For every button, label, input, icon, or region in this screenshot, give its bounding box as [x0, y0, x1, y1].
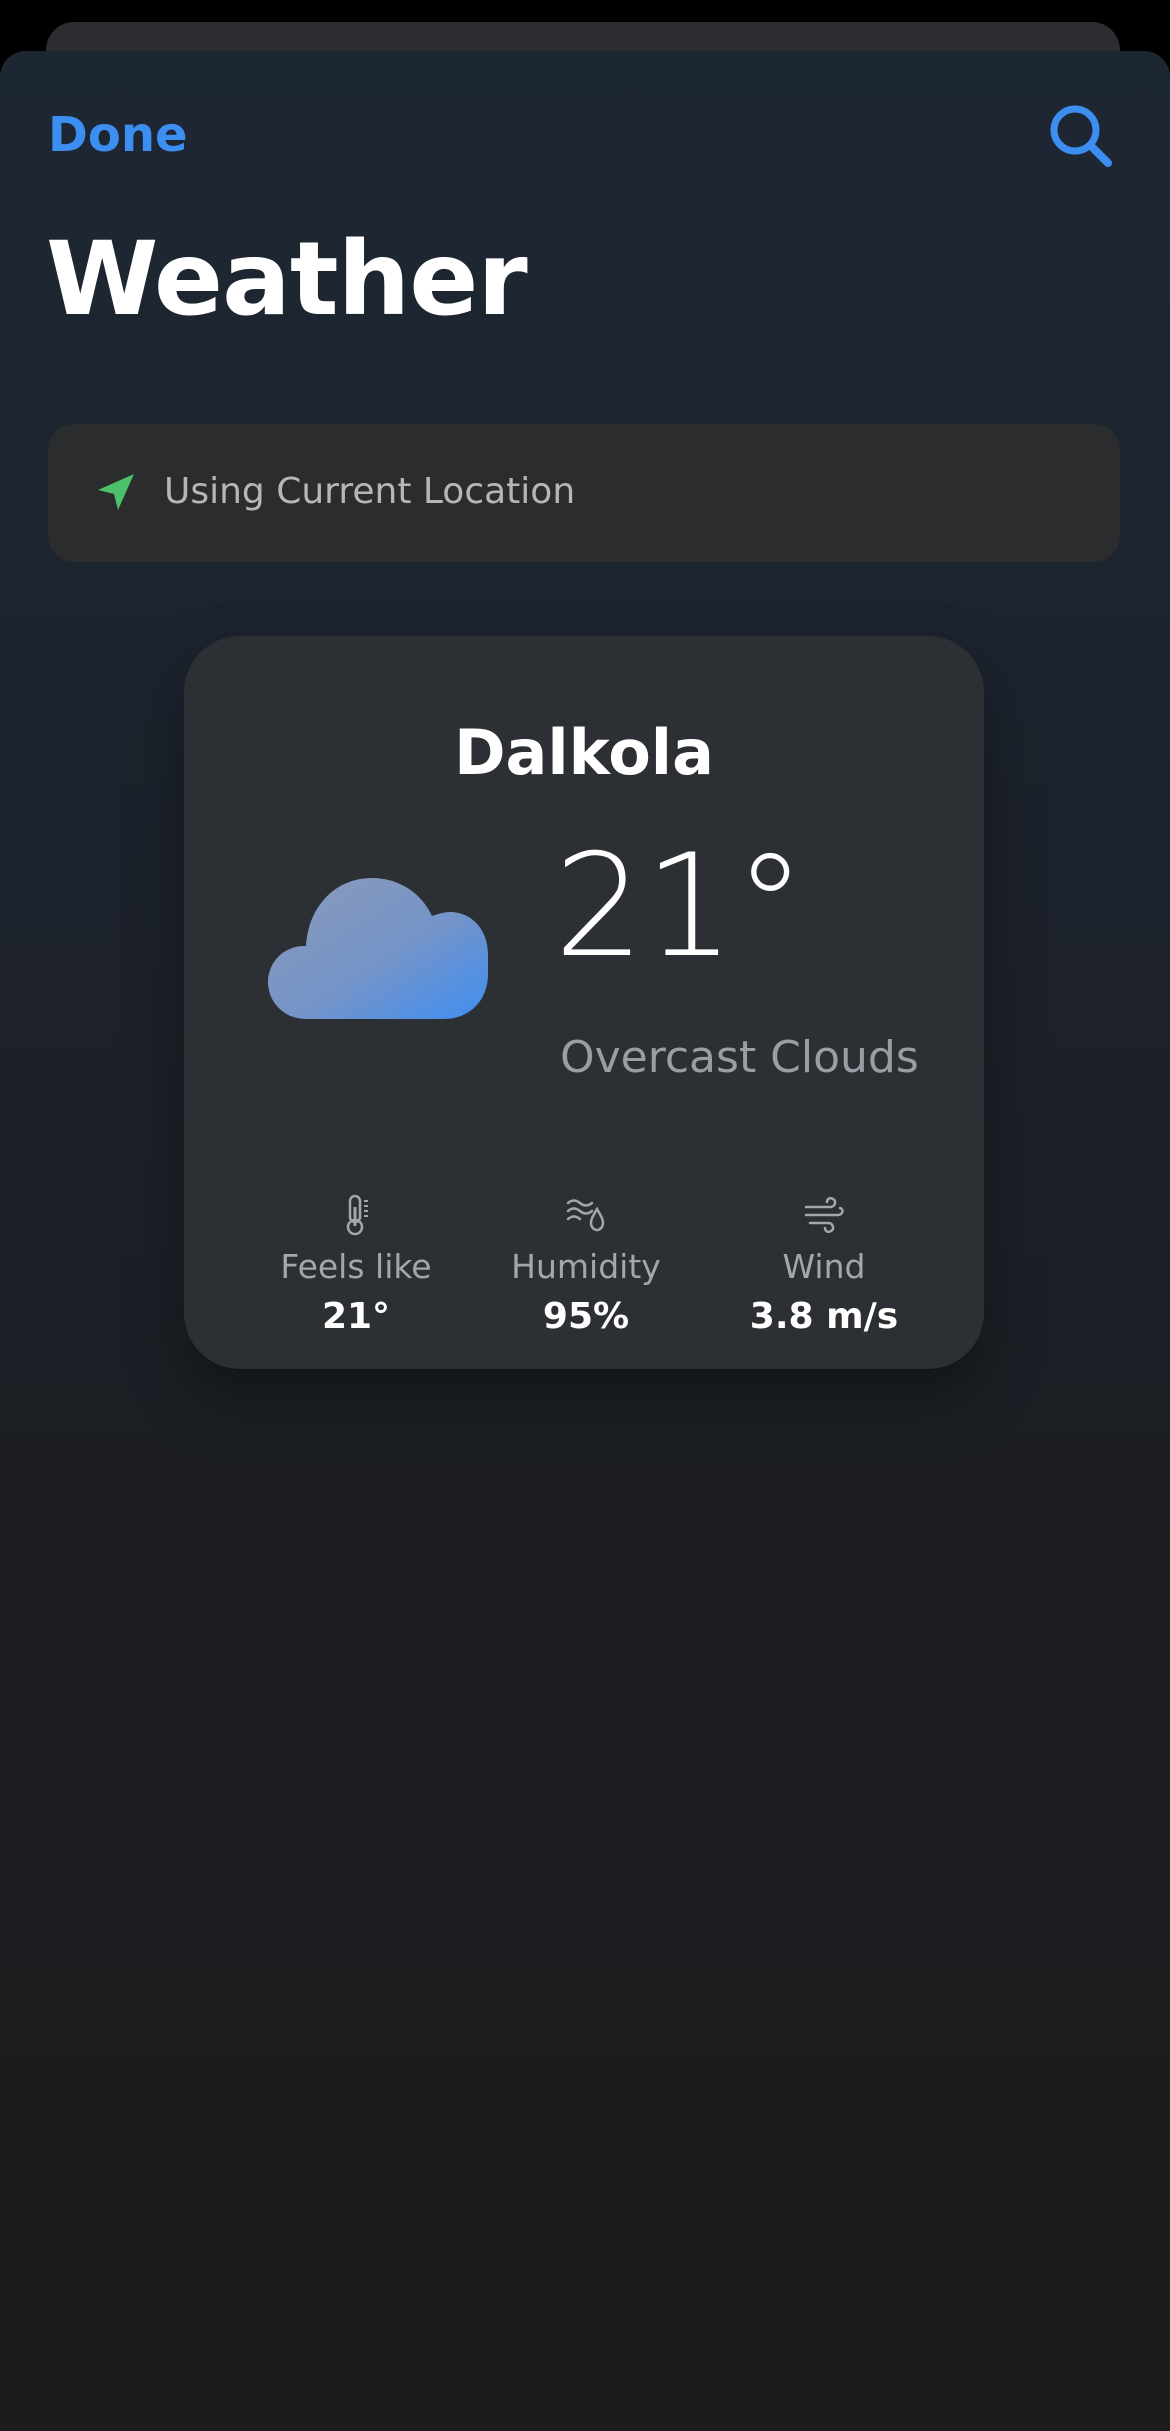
thermometer-icon — [346, 1194, 368, 1236]
weather-condition: Overcast Clouds — [560, 1032, 919, 1083]
current-location-label: Using Current Location — [164, 471, 576, 512]
humidity-value: 95% — [542, 1296, 630, 1337]
wind-stat: Wind 3.8 m/s — [714, 1193, 934, 1337]
wind-label: Wind — [782, 1247, 866, 1286]
current-temperature: 21° — [554, 824, 806, 989]
city-name: Dalkola — [454, 716, 714, 789]
humidity-icon — [566, 1199, 605, 1232]
search-button[interactable] — [1046, 101, 1116, 171]
weather-sheet: Done Weather Using Current Location Dalk… — [0, 51, 1170, 2431]
page-title: Weather — [46, 220, 528, 339]
feels-like-stat: Feels like 21° — [246, 1193, 466, 1337]
weather-card[interactable]: Dalkola 21° Overcast Clouds Feels like 2… — [184, 636, 984, 1369]
cloud-icon — [268, 878, 488, 1019]
humidity-stat: Humidity 95% — [476, 1193, 696, 1337]
current-location-button[interactable]: Using Current Location — [48, 424, 1120, 562]
feels-like-label: Feels like — [280, 1247, 432, 1286]
done-button[interactable]: Done — [48, 107, 188, 163]
wind-value: 3.8 m/s — [749, 1296, 899, 1337]
wind-icon — [804, 1196, 844, 1234]
feels-like-value: 21° — [321, 1296, 391, 1337]
search-icon — [1050, 105, 1112, 167]
location-arrow-icon — [98, 474, 134, 510]
humidity-label: Humidity — [511, 1247, 661, 1286]
